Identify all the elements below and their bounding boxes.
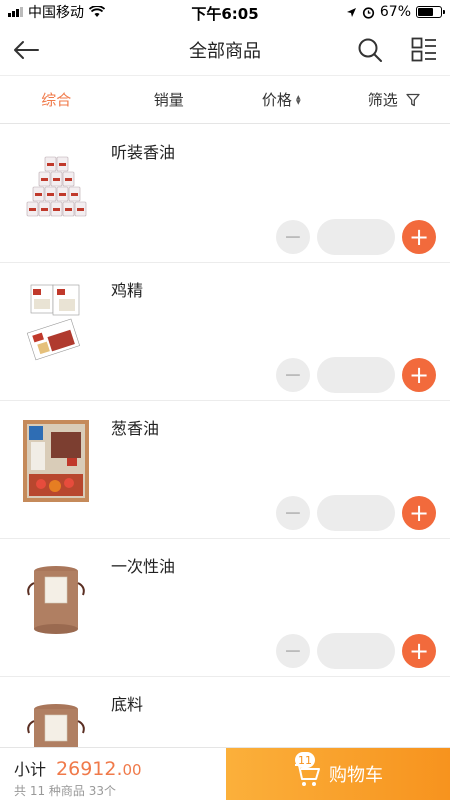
product-name[interactable]: 听装香油 [111, 139, 175, 163]
quantity-input[interactable] [317, 219, 395, 255]
product-name[interactable]: 葱香油 [111, 415, 159, 439]
carrier-label: 中国移动 [28, 5, 84, 21]
quantity-input[interactable] [317, 633, 395, 669]
subtotal-amount-dec: 00 [122, 761, 142, 779]
status-time: 下午6:05 [191, 5, 259, 23]
quantity-stepper: − + [276, 495, 436, 531]
sort-price-label: 价格 [261, 91, 292, 109]
sort-sales[interactable]: 销量 [113, 89, 226, 110]
sort-arrows-icon: ▲ ▼ [295, 93, 301, 106]
nav-actions [356, 36, 438, 64]
cart-icon-wrap: 11 [293, 752, 321, 788]
bottom-bar: 小计 26912.00 共 11 种商品 33个 11 购物车 [0, 747, 450, 800]
sort-bar: 综合 销量 价格 ▲ ▼ 筛选 [0, 76, 450, 124]
back-arrow-icon [14, 40, 39, 59]
increase-button[interactable]: + [402, 358, 436, 392]
sort-sales-label: 销量 [153, 91, 184, 109]
product-item[interactable]: 听装香油 − + [0, 125, 450, 263]
product-list: 听装香油 − + 鸡精 − + 葱香油 − + 一次性油 − + 底料 [0, 125, 450, 747]
subtotal-section: 小计 26912.00 共 11 种商品 33个 [0, 748, 226, 800]
product-image-disposable-oil[interactable] [18, 553, 94, 645]
sort-composite[interactable]: 综合 [0, 89, 113, 110]
list-layout-icon [411, 37, 436, 61]
quantity-stepper: − + [276, 633, 436, 669]
decrease-button[interactable]: − [276, 634, 310, 668]
subtotal-summary: 共 11 种商品 33个 [14, 784, 116, 798]
search-icon [358, 38, 382, 62]
increase-button[interactable]: + [402, 496, 436, 530]
battery-percent: 67% [379, 4, 411, 20]
nav-bar: 全部商品 [0, 24, 450, 76]
status-bar: 中国移动 下午6:05 67% [0, 0, 450, 24]
filter-icon [406, 93, 420, 106]
battery-icon [416, 6, 445, 18]
layout-toggle-button[interactable] [410, 36, 438, 64]
product-item[interactable]: 鸡精 − + [0, 263, 450, 401]
product-item[interactable]: 底料 [0, 677, 450, 747]
subtotal-amount-int: 26912. [56, 758, 123, 780]
increase-button[interactable]: + [402, 220, 436, 254]
increase-button[interactable]: + [402, 634, 436, 668]
location-icon [346, 7, 356, 17]
status-right: 67% [346, 4, 445, 20]
quantity-stepper: − + [276, 357, 436, 393]
product-item[interactable]: 葱香油 − + [0, 401, 450, 539]
sort-composite-label: 综合 [41, 91, 72, 109]
back-button[interactable] [12, 36, 40, 64]
cart-label: 购物车 [329, 765, 383, 786]
product-name[interactable]: 一次性油 [111, 553, 175, 577]
decrease-button[interactable]: − [276, 220, 310, 254]
page-title: 全部商品 [189, 40, 261, 62]
sort-price[interactable]: 价格 ▲ ▼ [225, 89, 338, 110]
decrease-button[interactable]: − [276, 358, 310, 392]
quantity-input[interactable] [317, 357, 395, 393]
alarm-icon [362, 6, 374, 19]
status-left: 中国移动 [8, 2, 105, 22]
decrease-button[interactable]: − [276, 496, 310, 530]
product-image-sesame-oil-cans[interactable] [18, 139, 94, 231]
battery-fill [418, 8, 433, 16]
filter-button[interactable]: 筛选 [338, 89, 450, 110]
search-button[interactable] [356, 36, 384, 64]
filter-label: 筛选 [367, 91, 398, 109]
product-item[interactable]: 一次性油 − + [0, 539, 450, 677]
cart-button[interactable]: 11 购物车 [226, 748, 450, 800]
cart-badge: 11 [295, 752, 315, 768]
product-image-chicken-essence[interactable] [18, 277, 94, 369]
subtotal-row: 小计 26912.00 [14, 756, 226, 780]
product-name[interactable]: 底料 [111, 691, 143, 715]
subtotal-label: 小计 [14, 760, 47, 779]
quantity-input[interactable] [317, 495, 395, 531]
quantity-stepper: − + [276, 219, 436, 255]
product-image-scallion-oil[interactable] [18, 415, 94, 507]
product-image-soup-base[interactable] [18, 691, 94, 747]
wifi-icon [89, 6, 105, 17]
product-name[interactable]: 鸡精 [111, 277, 143, 301]
subtotal-amount: 26912.00 [56, 758, 142, 780]
signal-icon [8, 7, 23, 17]
